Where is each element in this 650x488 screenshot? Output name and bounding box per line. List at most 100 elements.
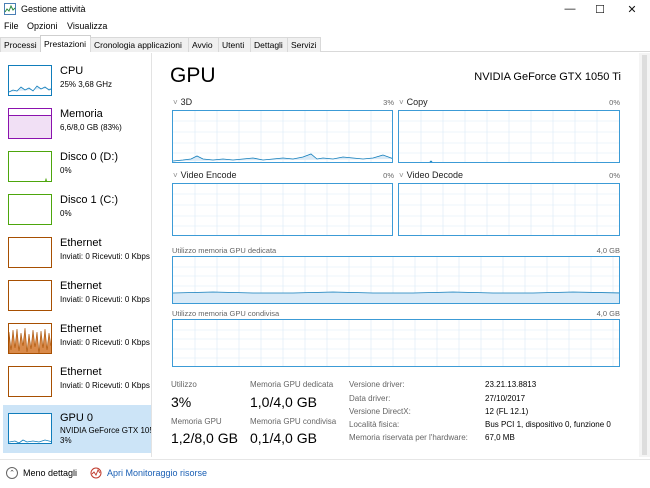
dedicated-memory-stat-label: Memoria GPU dedicata [250,380,334,389]
graph-video-encode [172,183,393,236]
sidebar-item-label: Ethernet [60,280,102,292]
menu-file[interactable]: File [4,21,19,31]
tab-prestazioni[interactable]: Prestazioni [40,35,91,52]
less-details-button[interactable]: ⌃ Meno dettagli [6,467,77,479]
sidebar-item-detail: 0% [60,166,72,175]
reserved-memory-value: 67,0 MB [485,433,515,442]
tab-servizi[interactable]: Servizi [287,37,321,52]
page-title: GPU [170,64,216,87]
graph-3d-grid [173,111,392,162]
sidebar-item-label: Memoria [60,108,103,120]
engine-selector-video-encode[interactable]: ˅ Video Encode [173,170,237,180]
sidebar-item-label: GPU 0 [60,412,94,424]
resource-monitor-icon [90,467,102,479]
graph-video-decode [398,183,620,236]
sidebar-item-label: Ethernet [60,323,102,335]
chevron-down-icon: ˅ [173,98,178,107]
close-button[interactable]: ✕ [617,0,647,18]
disk-thumbnail [8,194,52,225]
resource-sidebar: CPU 25% 3,68 GHz Memoria 6,6/8,0 GB (83%… [0,53,152,457]
sidebar-item-detail: Inviati: 0 Ricevuti: 0 Kbps [60,252,150,261]
sidebar-item-ethernet-1[interactable]: Ethernet Inviati: 0 Ricevuti: 0 Kbps [3,231,151,275]
tab-processi[interactable]: Processi [0,37,41,52]
sidebar-item-detail: 25% 3,68 GHz [60,80,113,89]
utilization-value: 3% [171,394,192,410]
sidebar-item-detail: Inviati: 0 Ricevuti: 0 Kbps [60,295,150,304]
chevron-down-icon: ˅ [399,98,404,107]
sidebar-item-ethernet-4[interactable]: Ethernet Inviati: 0 Ricevuti: 0 Kbps [3,360,151,404]
graph-copy [398,110,620,163]
menu-opzioni[interactable]: Opzioni [27,21,58,31]
sidebar-item-detail: Inviati: 0 Ricevuti: 0 Kbps [60,381,150,390]
engine-pct: 0% [609,98,620,107]
physical-location-label: Località fisica: [349,420,400,429]
engine-pct: 3% [383,98,394,107]
sidebar-item-detail: Inviati: 0 Ricevuti: 0 Kbps [60,338,150,347]
graph-dedicated-memory-grid [173,257,619,303]
gpu-model-name: NVIDIA GeForce GTX 1050 Ti [474,71,621,83]
disk-thumbnail [8,151,52,182]
engine-selector-video-decode[interactable]: ˅ Video Decode [399,170,463,180]
title-bar: Gestione attività — ☐ ✕ [0,0,650,18]
tab-utenti[interactable]: Utenti [218,37,251,52]
ethernet-thumbnail [8,366,52,397]
graph-shared-memory-grid [173,320,619,366]
sidebar-item-label: Ethernet [60,366,102,378]
engine-pct: 0% [609,171,620,180]
reserved-memory-label: Memoria riservata per l'hardware: [349,433,468,442]
shared-memory-label: Utilizzo memoria GPU condivisa [172,309,280,318]
engine-pct: 0% [383,171,394,180]
sidebar-item-usage: 3% [60,436,72,445]
graph-video-decode-grid [399,184,619,235]
chevron-down-icon: ˅ [173,171,178,180]
engine-selector-3d[interactable]: ˅ 3D [173,97,192,107]
sidebar-item-ethernet-3[interactable]: Ethernet Inviati: 0 Ricevuti: 0 Kbps [3,317,151,361]
menu-bar: File Opzioni Visualizza [0,18,650,35]
tab-avvio[interactable]: Avvio [188,37,219,52]
vertical-scrollbar[interactable] [639,53,650,457]
task-manager-icon [4,3,16,15]
gpu-thumbnail [8,413,52,444]
sidebar-item-detail: NVIDIA GeForce GTX 1050 Ti [60,426,151,435]
graph-shared-memory [172,319,620,367]
tab-bar: Processi Prestazioni Cronologia applicaz… [0,35,650,52]
driver-date-label: Data driver: [349,394,391,403]
shared-memory-stat-value: 0,1/4,0 GB [250,430,317,446]
driver-date-value: 27/10/2017 [485,394,526,403]
sidebar-item-ethernet-2[interactable]: Ethernet Inviati: 0 Ricevuti: 0 Kbps [3,274,151,318]
graph-dedicated-memory [172,256,620,304]
tab-cronologia-applicazioni[interactable]: Cronologia applicazioni [90,37,189,52]
sidebar-item-gpu-0[interactable]: GPU 0 NVIDIA GeForce GTX 1050 Ti 3% [3,405,151,453]
sidebar-item-cpu[interactable]: CPU 25% 3,68 GHz [3,59,151,103]
maximize-button[interactable]: ☐ [585,0,615,18]
tab-dettagli[interactable]: Dettagli [250,37,288,52]
ethernet-thumbnail [8,323,52,354]
dedicated-memory-max: 4,0 GB [596,246,620,255]
open-resource-monitor-link[interactable]: Apri Monitoraggio risorse [90,467,207,479]
sidebar-item-disco-1[interactable]: Disco 1 (C:) 0% [3,188,151,232]
engine-selector-copy[interactable]: ˅ Copy [399,97,428,107]
shared-memory-stat-label: Memoria GPU condivisa [250,417,337,426]
memory-thumbnail [8,108,52,139]
graph-copy-grid [399,111,619,162]
sidebar-item-label: Disco 0 (D:) [60,151,119,163]
sidebar-item-detail: 6,6/8,0 GB (83%) [60,123,122,132]
sidebar-item-label: Disco 1 (C:) [60,194,119,206]
sidebar-item-label: CPU [60,65,84,77]
graph-3d [172,110,393,163]
gpu-memory-value: 1,2/8,0 GB [171,430,238,446]
dedicated-memory-stat-value: 1,0/4,0 GB [250,394,317,410]
less-details-label: Meno dettagli [23,468,78,478]
shared-memory-max: 4,0 GB [596,309,620,318]
open-resource-monitor-label: Apri Monitoraggio risorse [107,468,208,478]
driver-version-value: 23.21.13.8813 [485,380,537,389]
sidebar-item-disco-0[interactable]: Disco 0 (D:) 0% [3,145,151,189]
gpu-memory-label: Memoria GPU [171,417,222,426]
minimize-button[interactable]: — [555,0,585,18]
sidebar-item-memoria[interactable]: Memoria 6,6/8,0 GB (83%) [3,102,151,146]
window-title: Gestione attività [21,4,86,14]
graph-video-encode-grid [173,184,392,235]
utilization-label: Utilizzo [171,380,197,389]
sidebar-item-detail: 0% [60,209,72,218]
menu-visualizza[interactable]: Visualizza [67,21,107,31]
